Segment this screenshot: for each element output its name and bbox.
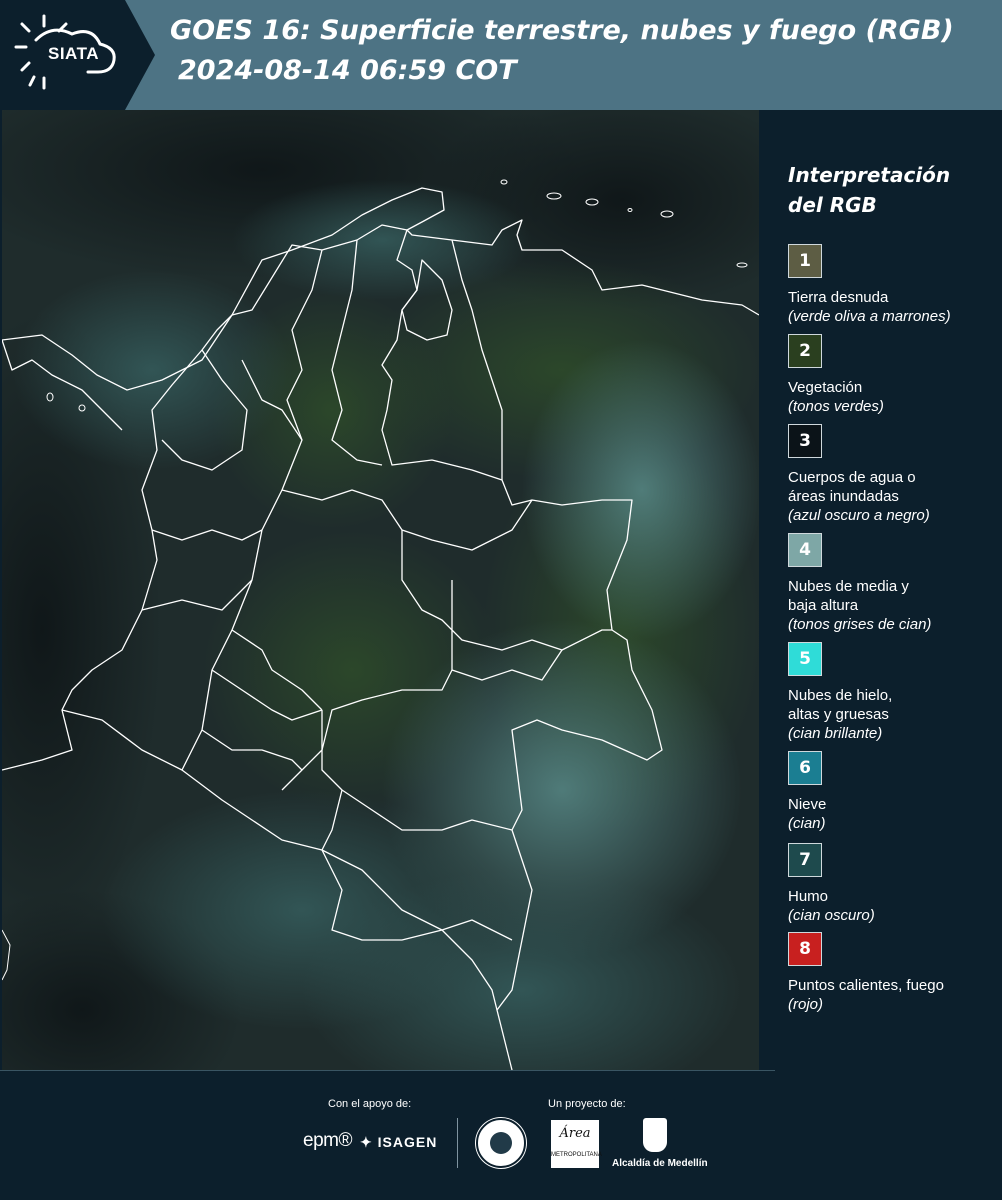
- legend-swatch-6: 6: [788, 751, 822, 785]
- legend-label-5: Nubes de hielo, altas y gruesas: [788, 686, 998, 724]
- legend-item-4: 4 Nubes de media y baja altura (tonos gr…: [788, 533, 998, 634]
- legend-title-line1: Interpretación: [788, 163, 951, 187]
- legend-label-5a: Nubes de hielo,: [788, 687, 893, 704]
- legend-desc-8: (rojo): [788, 996, 824, 1013]
- legend-label-3a: Cuerpos de agua o: [788, 469, 916, 486]
- footer: Con el apoyo de: Un proyecto de: epm® ✦ …: [0, 1070, 1002, 1200]
- legend-label-7: Humo: [788, 888, 829, 905]
- timestamp: 2024-08-14 06:59 COT: [178, 55, 517, 86]
- legend-label-8: Puntos calientes, fuego: [788, 977, 944, 994]
- logo-text: SIATA: [48, 44, 99, 63]
- legend-label-1: Tierra desnuda: [788, 289, 889, 306]
- area-metropolitana-logo[interactable]: Área METROPOLITANA: [551, 1120, 602, 1168]
- legend-item-7: 7 Humo (cian oscuro): [788, 843, 998, 925]
- page-title: GOES 16: Superficie terrestre, nubes y f…: [170, 15, 954, 46]
- legend-swatch-5: 5: [788, 642, 822, 676]
- legend-item-6: 6 Nieve (cian): [788, 751, 998, 833]
- legend-swatch-7: 7: [788, 843, 822, 877]
- siata-logo[interactable]: SIATA: [0, 0, 155, 110]
- footer-divider: [457, 1118, 458, 1168]
- isagen-text: ISAGEN: [377, 1134, 438, 1150]
- legend-label-4b: baja altura: [788, 597, 859, 614]
- legend-swatch-4: 4: [788, 533, 822, 567]
- legend-panel: Interpretación del RGB 1 Tierra desnuda …: [788, 160, 998, 1013]
- legend-desc-6: (cian): [788, 815, 826, 832]
- legend-desc-2: (tonos verdes): [788, 398, 884, 415]
- satellite-image[interactable]: [2, 110, 759, 1070]
- legend-swatch-2: 2: [788, 334, 822, 368]
- epm-logo[interactable]: epm®: [303, 1130, 352, 1152]
- legend-label-6: Nieve: [788, 796, 827, 813]
- legend-desc-5: (cian brillante): [788, 725, 883, 742]
- legend-label-4: Nubes de media y baja altura: [788, 577, 998, 615]
- legend-desc-7: (cian oscuro): [788, 907, 875, 924]
- legend-swatch-3: 3: [788, 424, 822, 458]
- legend-label-5b: altas y gruesas: [788, 706, 889, 723]
- legend-desc-3: (azul oscuro a negro): [788, 507, 930, 524]
- area-logo-text: Área: [559, 1126, 591, 1141]
- university-seal-logo[interactable]: [476, 1118, 526, 1168]
- header-bar: SIATA GOES 16: Superficie terrestre, nub…: [0, 0, 1002, 110]
- legend-label-3: Cuerpos de agua o áreas inundadas: [788, 468, 998, 506]
- medellin-logo-text[interactable]: Alcaldía de Medellín: [612, 1158, 708, 1169]
- legend-desc-4: (tonos grises de cian): [788, 616, 932, 633]
- legend-swatch-1: 1: [788, 244, 822, 278]
- legend-label-3b: áreas inundadas: [788, 488, 899, 505]
- legend-item-3: 3 Cuerpos de agua o áreas inundadas (azu…: [788, 424, 998, 525]
- support-label: Con el apoyo de:: [328, 1098, 412, 1110]
- legend-label-4a: Nubes de media y: [788, 578, 909, 595]
- legend-item-1: 1 Tierra desnuda (verde oliva a marrones…: [788, 244, 998, 326]
- legend-item-8: 8 Puntos calientes, fuego (rojo): [788, 932, 998, 1014]
- project-label: Un proyecto de:: [548, 1098, 626, 1110]
- legend-item-5: 5 Nubes de hielo, altas y gruesas (cian …: [788, 642, 998, 743]
- legend-title-line2: del RGB: [788, 193, 877, 217]
- legend-label-2: Vegetación: [788, 379, 863, 396]
- map-svg: [2, 110, 759, 1070]
- isagen-logo[interactable]: ✦ ISAGEN: [360, 1134, 437, 1151]
- legend-desc-1: (verde oliva a marrones): [788, 308, 951, 325]
- footer-divider-line: [0, 1070, 775, 1071]
- area-logo-sub: METROPOLITANA: [551, 1152, 602, 1158]
- isagen-icon: ✦: [360, 1134, 378, 1150]
- medellin-crest-icon[interactable]: [643, 1118, 667, 1152]
- legend-swatch-8: 8: [788, 932, 822, 966]
- legend-item-2: 2 Vegetación (tonos verdes): [788, 334, 998, 416]
- seal-emblem-icon: [490, 1132, 512, 1154]
